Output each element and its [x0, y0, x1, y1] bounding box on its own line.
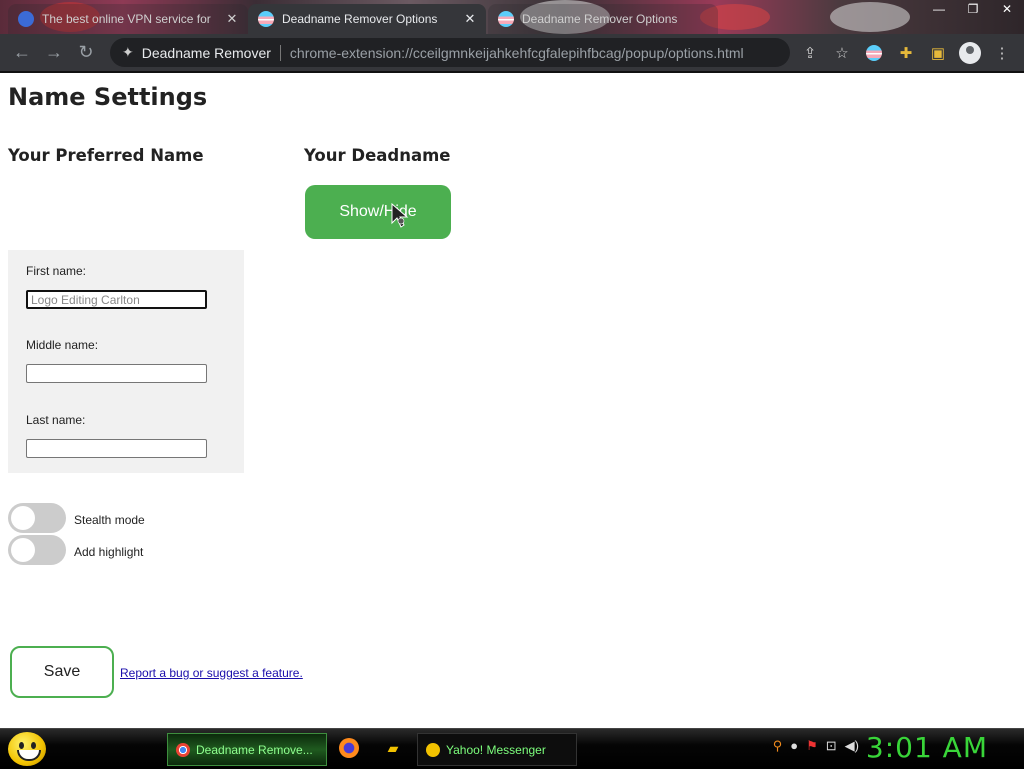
save-button[interactable]: Save — [10, 646, 114, 698]
tab-strip: The best online VPN service for ✕ Deadna… — [0, 0, 1024, 34]
first-name-label: First name: — [26, 264, 87, 278]
messenger-status-icon[interactable]: ● — [790, 738, 798, 754]
address-bar[interactable]: ✦ Deadname Remover chrome-extension://cc… — [110, 38, 790, 67]
network-icon[interactable]: ⊡ — [826, 738, 837, 754]
close-tab-icon[interactable]: ✕ — [462, 11, 478, 27]
last-name-label: Last name: — [26, 413, 86, 427]
file-explorer-icon[interactable]: ▰ — [383, 738, 403, 758]
tab-vpn[interactable]: The best online VPN service for ✕ — [8, 4, 248, 34]
last-name-input[interactable] — [26, 439, 207, 458]
window-controls: — ❐ ✕ — [922, 0, 1024, 20]
deadname-heading: Your Deadname — [304, 146, 451, 165]
tab-title: Deadname Remover Options — [522, 12, 678, 26]
search-icon[interactable]: ⚲ — [773, 738, 783, 754]
volume-icon[interactable]: ◀) — [845, 738, 859, 754]
back-arrow-icon[interactable]: ← — [6, 37, 38, 69]
menu-kebab-icon[interactable]: ⋮ — [986, 38, 1018, 67]
trans-flag-favicon-icon — [258, 11, 274, 27]
bookmark-star-icon[interactable]: ☆ — [826, 38, 858, 67]
taskbar: Deadname Remove... ▰ Yahoo! Messenger ⚲ … — [0, 728, 1024, 769]
system-tray: ⚲ ● ⚑ ⊡ ◀) — [773, 738, 859, 754]
add-highlight-label: Add highlight — [74, 545, 144, 559]
extensions-puzzle-icon[interactable]: ✚ — [890, 38, 922, 67]
page-title: Name Settings — [8, 83, 208, 111]
start-smiley-icon[interactable] — [8, 732, 46, 766]
profile-avatar-icon[interactable] — [954, 38, 986, 67]
toggle-knob — [11, 506, 35, 530]
browser-toolbar: ← → ↻ ✦ Deadname Remover chrome-extensio… — [0, 34, 1024, 71]
middle-name-label: Middle name: — [26, 338, 99, 352]
restore-icon[interactable]: ❐ — [956, 0, 990, 20]
tab-title: The best online VPN service for — [42, 12, 211, 26]
tab-deadname-options-active[interactable]: Deadname Remover Options ✕ — [248, 4, 486, 34]
firefox-icon[interactable] — [339, 738, 359, 758]
taskbar-item-deadname-remover[interactable]: Deadname Remove... — [167, 733, 327, 766]
yahoo-smiley-icon — [426, 742, 440, 757]
tab-title: Deadname Remover Options — [282, 12, 438, 26]
minimize-icon[interactable]: — — [922, 0, 956, 20]
preferred-name-heading: Your Preferred Name — [8, 146, 204, 165]
share-icon[interactable]: ⇪ — [794, 38, 826, 67]
close-tab-icon[interactable]: ✕ — [224, 11, 240, 27]
chrome-icon — [176, 742, 190, 757]
task-label: Yahoo! Messenger — [446, 742, 546, 757]
mouse-cursor-icon — [391, 203, 409, 228]
options-page: Name Settings Your Preferred Name Your D… — [0, 73, 1024, 728]
stealth-mode-toggle[interactable] — [8, 503, 66, 533]
action-center-flag-icon[interactable]: ⚑ — [806, 738, 818, 754]
taskbar-clock: 3:01 AM — [865, 731, 988, 764]
show-hide-button[interactable]: Show/Hide — [305, 185, 451, 239]
add-highlight-toggle[interactable] — [8, 535, 66, 565]
reload-icon[interactable]: ↻ — [70, 37, 102, 69]
report-bug-link[interactable]: Report a bug or suggest a feature. — [120, 666, 303, 680]
url-text[interactable]: chrome-extension://cceilgmnkeijahkehfcgf… — [290, 45, 744, 61]
side-panel-icon[interactable]: ▣ — [922, 38, 954, 67]
toggle-knob — [11, 538, 35, 562]
taskbar-item-yahoo-messenger[interactable]: Yahoo! Messenger — [417, 733, 577, 766]
stealth-mode-label: Stealth mode — [74, 513, 145, 527]
preferred-name-panel: First name: Middle name: Last name: — [8, 250, 244, 473]
toolbar-actions: ⇪ ☆ ✚ ▣ ⋮ — [794, 38, 1018, 67]
trans-flag-favicon-icon — [498, 11, 514, 27]
close-window-icon[interactable]: ✕ — [990, 0, 1024, 20]
first-name-input[interactable] — [26, 290, 207, 309]
task-label: Deadname Remove... — [196, 742, 313, 757]
tab-deadname-options-2[interactable]: Deadname Remover Options — [488, 4, 718, 34]
puzzle-piece-icon: ✦ — [122, 44, 134, 60]
trans-flag-extension-icon[interactable] — [858, 38, 890, 67]
wallpaper-splash — [830, 2, 910, 32]
forward-arrow-icon[interactable]: → — [38, 37, 70, 69]
middle-name-input[interactable] — [26, 364, 207, 383]
divider — [279, 44, 281, 61]
site-name: Deadname Remover — [141, 44, 271, 61]
vpn-favicon-icon — [18, 11, 34, 27]
